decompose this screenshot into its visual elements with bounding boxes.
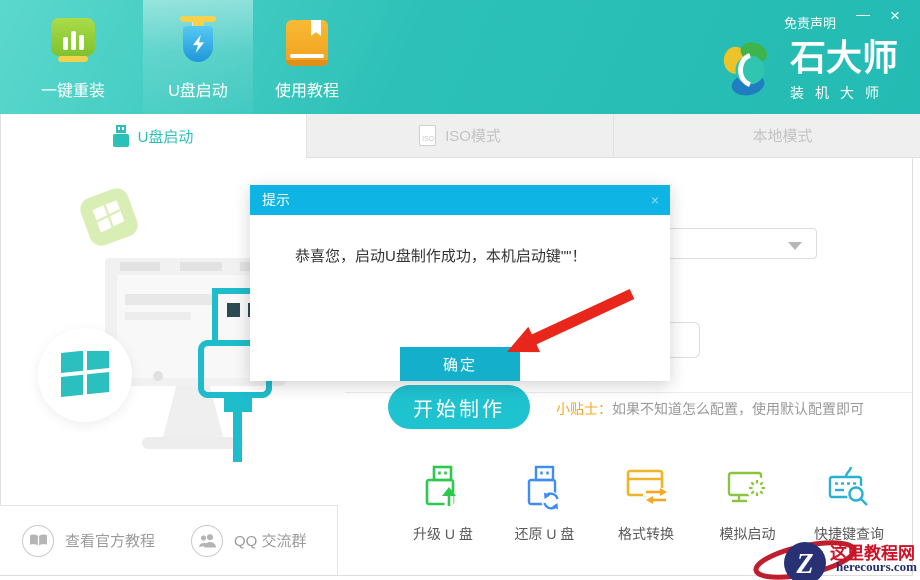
tab-label: ISO模式 (445, 125, 501, 146)
nav-item-label: 使用教程 (275, 77, 339, 101)
minimize-button[interactable]: — (854, 6, 872, 26)
disclaimer-link[interactable]: 免责声明 (784, 13, 836, 32)
tool-label: 格式转换 (618, 524, 674, 544)
tool-format-convert[interactable]: 格式转换 (599, 462, 693, 544)
reinstall-chart-icon (50, 14, 96, 66)
footer-link-label: QQ 交流群 (234, 530, 307, 551)
tip-text: 小贴士：如果不知道怎么配置，使用默认配置即可 (556, 399, 864, 419)
brand-swirl-icon (718, 38, 780, 105)
header: 一键重装 U盘启动 使用教程 免责声明 — × (0, 0, 920, 114)
brand-name: 石大师 (790, 40, 898, 76)
nav-item-reinstall[interactable]: 一键重装 (18, 0, 128, 114)
official-tutorial-link[interactable]: 查看官方教程 (22, 525, 155, 557)
brand-logo: 石大师 装机大师 (718, 38, 898, 105)
dialog-title: 提示 (250, 185, 670, 215)
usb-connector-illustration (224, 398, 252, 412)
book-icon (22, 525, 54, 557)
tab-iso-mode[interactable]: ISO ISO模式 (306, 114, 613, 158)
usb-boot-shield-icon (175, 14, 221, 66)
red-pointer-arrow (497, 284, 642, 369)
format-convert-icon (621, 462, 671, 515)
simulate-boot-icon (723, 462, 773, 515)
tab-label: 本地模式 (752, 125, 812, 146)
hotkey-query-icon (824, 462, 874, 515)
tutorial-book-icon (286, 14, 328, 66)
nav-item-usb-boot[interactable]: U盘启动 (143, 0, 253, 114)
iso-file-icon: ISO (419, 125, 436, 146)
tool-upgrade-usb[interactable]: 升级 U 盘 (396, 462, 490, 544)
mode-tabbar: U盘启动 ISO ISO模式 本地模式 (0, 114, 920, 158)
dialog-message: 恭喜您，启动U盘制作成功，本机启动键""！ (295, 245, 586, 266)
usb-cable-illustration (233, 412, 242, 462)
nav-item-label: U盘启动 (168, 77, 228, 101)
window-right-border (912, 158, 913, 576)
nav-item-tutorial[interactable]: 使用教程 (252, 0, 362, 114)
nav-item-label: 一键重装 (41, 77, 105, 101)
tab-usb-boot[interactable]: U盘启动 (0, 114, 306, 158)
monitor-icon (721, 126, 743, 146)
windows-badge-illustration (77, 185, 141, 249)
app-window: 一键重装 U盘启动 使用教程 免责声明 — × (0, 0, 920, 580)
people-icon (191, 525, 223, 557)
start-make-button[interactable]: 开始制作 (388, 385, 530, 429)
restore-usb-icon (520, 462, 570, 515)
dialog-close-icon[interactable]: × (640, 185, 670, 215)
close-button[interactable]: × (886, 6, 904, 26)
tip-label: 小贴士： (556, 401, 612, 417)
windows-logo-circle (38, 328, 132, 422)
usb-drive-icon (113, 125, 129, 147)
qq-group-link[interactable]: QQ 交流群 (191, 525, 307, 557)
footer-link-label: 查看官方教程 (65, 530, 155, 551)
tab-label: U盘启动 (138, 126, 194, 147)
site-watermark: Z 这里教程网 herecours.com (752, 530, 920, 580)
chevron-down-icon (788, 242, 802, 250)
watermark-domain: herecours.com (836, 559, 917, 575)
tool-restore-usb[interactable]: 还原 U 盘 (498, 462, 592, 544)
watermark-letter: Z (795, 549, 813, 580)
brand-tagline: 装机大师 (790, 83, 898, 103)
monitor-base-illustration (142, 437, 244, 449)
tool-label: 升级 U 盘 (413, 524, 473, 544)
tab-local-mode[interactable]: 本地模式 (613, 114, 920, 158)
upgrade-usb-icon (418, 462, 468, 515)
footer-links: 查看官方教程 QQ 交流群 (0, 505, 338, 575)
tool-label: 还原 U 盘 (515, 524, 575, 544)
